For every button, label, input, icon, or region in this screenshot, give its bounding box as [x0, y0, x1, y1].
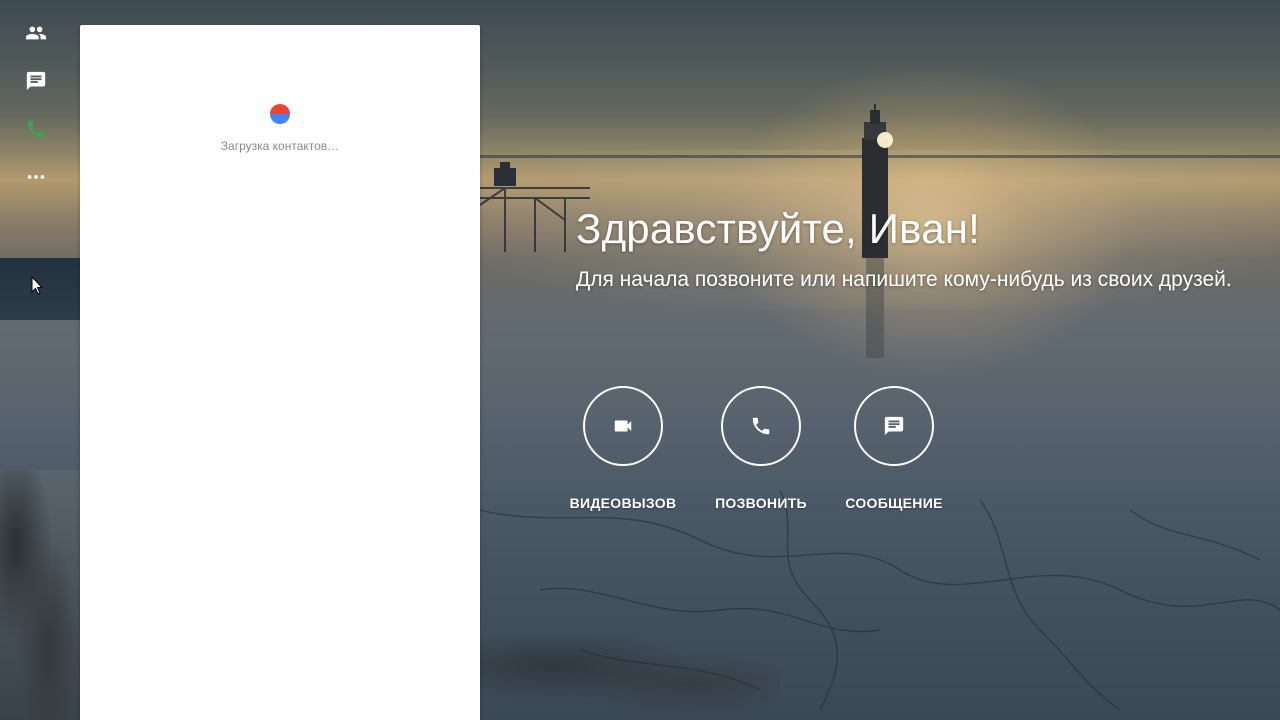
greeting-title: Здравствуйте, Иван!: [576, 205, 981, 252]
call-label: ПОЗВОНИТЬ: [715, 495, 807, 511]
rail-item-more[interactable]: [16, 157, 56, 197]
rail-item-contacts[interactable]: [16, 13, 56, 53]
video-call-circle[interactable]: [583, 386, 663, 466]
greeting-block: Здравствуйте, Иван! Для начала позвоните…: [576, 203, 1256, 294]
app-window: Загрузка контактов… Здравствуйте, Иван! …: [0, 0, 1280, 720]
loading-spinner-icon: [270, 104, 290, 124]
contacts-panel: Загрузка контактов…: [80, 25, 480, 720]
message-circle[interactable]: [854, 386, 934, 466]
rail-item-messages[interactable]: [16, 61, 56, 101]
more-horizontal-icon: [27, 175, 45, 179]
loading-text: Загрузка контактов…: [220, 139, 340, 153]
videocam-icon: [614, 420, 632, 432]
phone-icon: [752, 417, 770, 435]
video-call-button[interactable]: ВИДЕОВЫЗОВ: [570, 386, 676, 511]
call-button[interactable]: ПОЗВОНИТЬ: [715, 386, 807, 511]
call-circle[interactable]: [721, 386, 801, 466]
phone-icon: [27, 120, 45, 138]
video-call-label: ВИДЕОВЫЗОВ: [569, 495, 677, 511]
greeting-subtitle: Для начала позвоните или напишите кому-н…: [576, 268, 1232, 291]
message-button[interactable]: СООБЩЕНИЕ: [845, 386, 943, 511]
rail-item-calls[interactable]: [16, 109, 56, 149]
chat-icon: [26, 71, 46, 91]
people-icon: [25, 26, 47, 40]
message-icon: [884, 416, 904, 436]
message-label: СООБЩЕНИЕ: [845, 495, 943, 511]
side-rail: [0, 0, 80, 720]
